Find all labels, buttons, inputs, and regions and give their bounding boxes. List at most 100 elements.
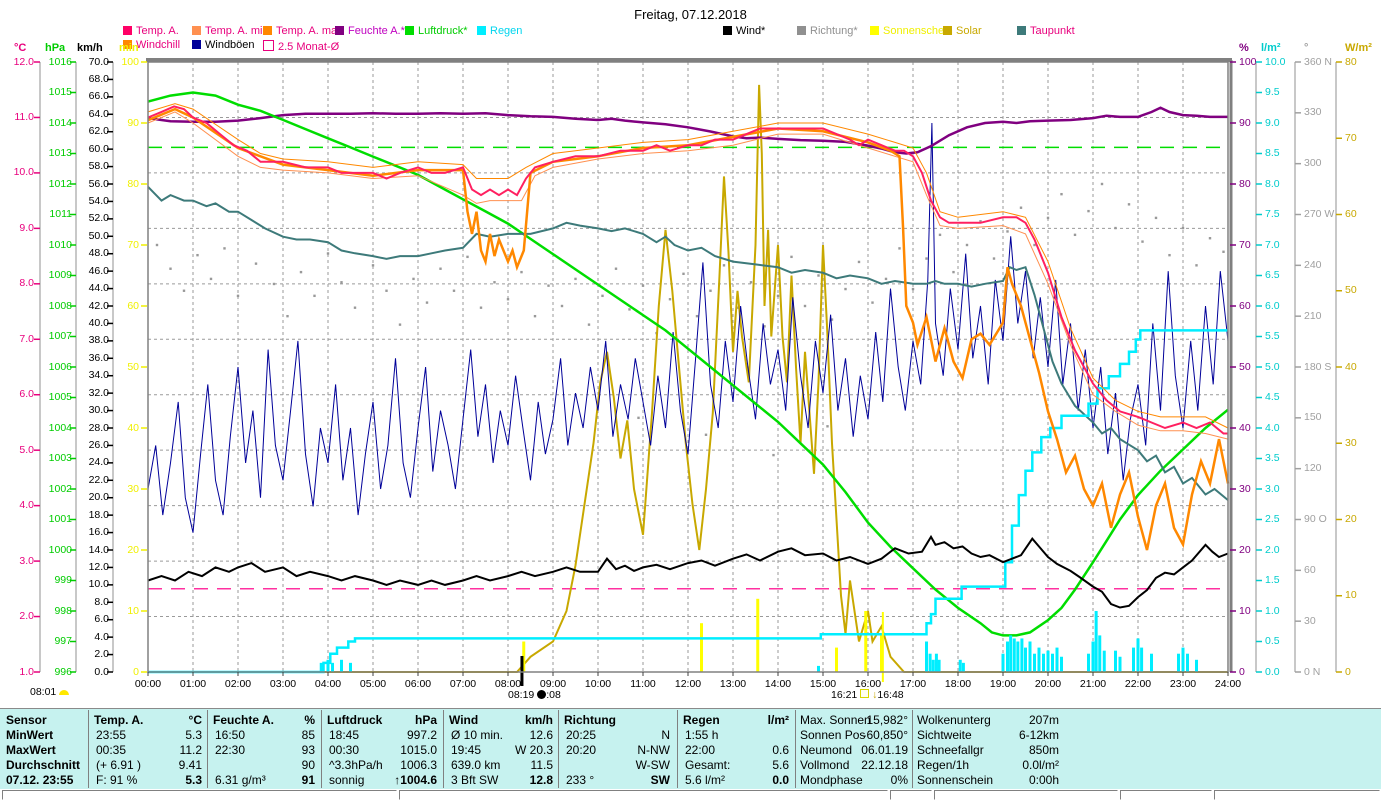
table-cell-value: 0.6 <box>772 743 789 757</box>
series-richtung-dot <box>182 289 186 292</box>
series-richtung-dot <box>155 243 159 247</box>
sunset-label: 16:21 ↓16:48 <box>831 689 904 701</box>
series-regen-rate-bar <box>1033 653 1036 672</box>
sunset-square-icon <box>860 689 870 698</box>
table-cell-value: W-SW <box>635 758 670 772</box>
table-cell-value: 85 <box>301 728 315 742</box>
series-regen-rate-bar <box>928 653 932 672</box>
series-regen-rate-bar <box>1102 650 1106 672</box>
series-regen-rate-bar <box>1001 653 1005 672</box>
table-header-unit-feuchte: % <box>304 713 315 727</box>
series-richtung-dot <box>884 277 888 281</box>
table-cell-value: 5.3 <box>185 728 202 742</box>
series-richtung-dot <box>196 253 199 257</box>
series-regen-rate-bar <box>1024 647 1027 672</box>
series-richtung-dot <box>574 277 577 281</box>
series-richtung-dot <box>506 298 510 301</box>
x-axis-label: 24:00 <box>1214 678 1242 690</box>
series-richtung-dot <box>826 425 829 428</box>
status-bar-segment <box>890 790 932 800</box>
series-richtung-dot <box>353 306 357 309</box>
x-axis-label: 04:00 <box>314 678 342 690</box>
series-regen-rate-bar <box>349 662 352 672</box>
series-richtung-dot <box>254 262 258 265</box>
series-richtung-dot <box>493 281 496 284</box>
series-regen-rate-bar <box>1186 653 1189 672</box>
series-regen-rate-bar <box>1091 641 1095 672</box>
status-bar-segment <box>399 790 888 800</box>
series-regen-rate-bar <box>1006 641 1009 672</box>
series-regen-rate-bar <box>1009 635 1013 672</box>
x-axis-label: 13:00 <box>719 678 747 690</box>
series-richtung-dot <box>412 277 415 281</box>
series-richtung-dot <box>722 264 726 267</box>
series-regen-rate-bar <box>1098 635 1102 672</box>
series-richtung-dot <box>601 294 604 298</box>
series-regen-rate-bar <box>1118 656 1122 672</box>
table-cell-value: 0.0l/m² <box>1022 758 1059 772</box>
series-regen-rate-bar <box>937 659 941 672</box>
sunrise-time-label: 08:01 <box>30 686 70 698</box>
sunset-time-2: 16:48 <box>877 689 904 701</box>
table-column-divider <box>795 710 796 788</box>
series-regen-rate-bar <box>1060 656 1063 672</box>
table-row-label: MinWert <box>6 728 54 742</box>
series-regen-rate-bar <box>961 662 965 672</box>
x-axis-label: 14:00 <box>764 678 792 690</box>
series-richtung-dot <box>520 270 523 274</box>
x-axis-label: 10:00 <box>584 678 612 690</box>
table-cell-value: 93 <box>301 743 315 757</box>
series-richtung-dot <box>938 233 942 237</box>
series-richtung-dot <box>709 289 712 292</box>
series-richtung-dot <box>817 274 820 277</box>
series-richtung-dot <box>452 289 456 292</box>
series-richtung-dot <box>772 453 775 457</box>
series-richtung-dot <box>614 267 618 270</box>
series-richtung-dot <box>790 255 793 259</box>
table-cell-value: 12.6 <box>529 728 553 742</box>
series-richtung-dot <box>560 304 564 308</box>
series-richtung-dot <box>223 247 226 250</box>
series-richtung-dot <box>925 257 928 260</box>
table-header-unit-luftdruck: hPa <box>414 713 437 727</box>
table-cell-value: 0:00h <box>1028 773 1059 787</box>
x-axis-label: 07:00 <box>449 678 477 690</box>
moonrise-label: 08:19 :08 <box>508 689 561 701</box>
table-row-label: MaxWert <box>6 743 56 757</box>
series-richtung-dot <box>1046 216 1050 220</box>
series-richtung-dot <box>911 287 915 291</box>
table-row-label: Durchschnitt <box>6 758 81 772</box>
table-row-label: 07.12. 23:55 <box>6 773 74 787</box>
series-regen-rate-bar <box>1046 650 1050 672</box>
series-richtung-dot <box>871 301 874 304</box>
series-regen-rate-bar <box>817 665 820 672</box>
series-richtung-dot <box>479 306 483 309</box>
table-cell-value: 5.3 <box>185 773 202 787</box>
series-richtung-dot <box>313 294 316 298</box>
x-axis-label: 05:00 <box>359 678 387 690</box>
x-axis-label: 01:00 <box>179 678 207 690</box>
table-header-sensor: Sensor <box>6 713 47 727</box>
series-regen-rate-bar <box>925 641 928 672</box>
series-regen-rate-bar <box>958 659 962 672</box>
series-sonnenschein-bar <box>864 611 868 672</box>
x-axis-label: 12:00 <box>674 678 702 690</box>
series-regen-rate-bar <box>1042 653 1045 672</box>
table-column-divider <box>677 710 678 788</box>
series-richtung-dot <box>1073 233 1077 237</box>
moonrise-time: 08:19 <box>508 689 535 701</box>
new-moon-icon <box>537 690 547 699</box>
series-richtung-dot <box>1087 209 1090 213</box>
series-richtung-dot <box>299 270 303 274</box>
series-richtung-dot <box>169 267 172 270</box>
series-temp-line <box>147 105 1228 435</box>
series-regen-rate-bar <box>1140 647 1144 672</box>
sun-icon <box>59 690 70 695</box>
series-richtung-dot <box>209 277 213 281</box>
series-richtung-dot <box>1100 182 1104 186</box>
x-axis-label: 18:00 <box>944 678 972 690</box>
series-regen-rate-bar <box>1055 647 1059 672</box>
series-regen-rate-bar <box>1136 638 1140 672</box>
table-column-divider <box>88 710 89 788</box>
series-richtung-dot <box>1114 226 1117 230</box>
